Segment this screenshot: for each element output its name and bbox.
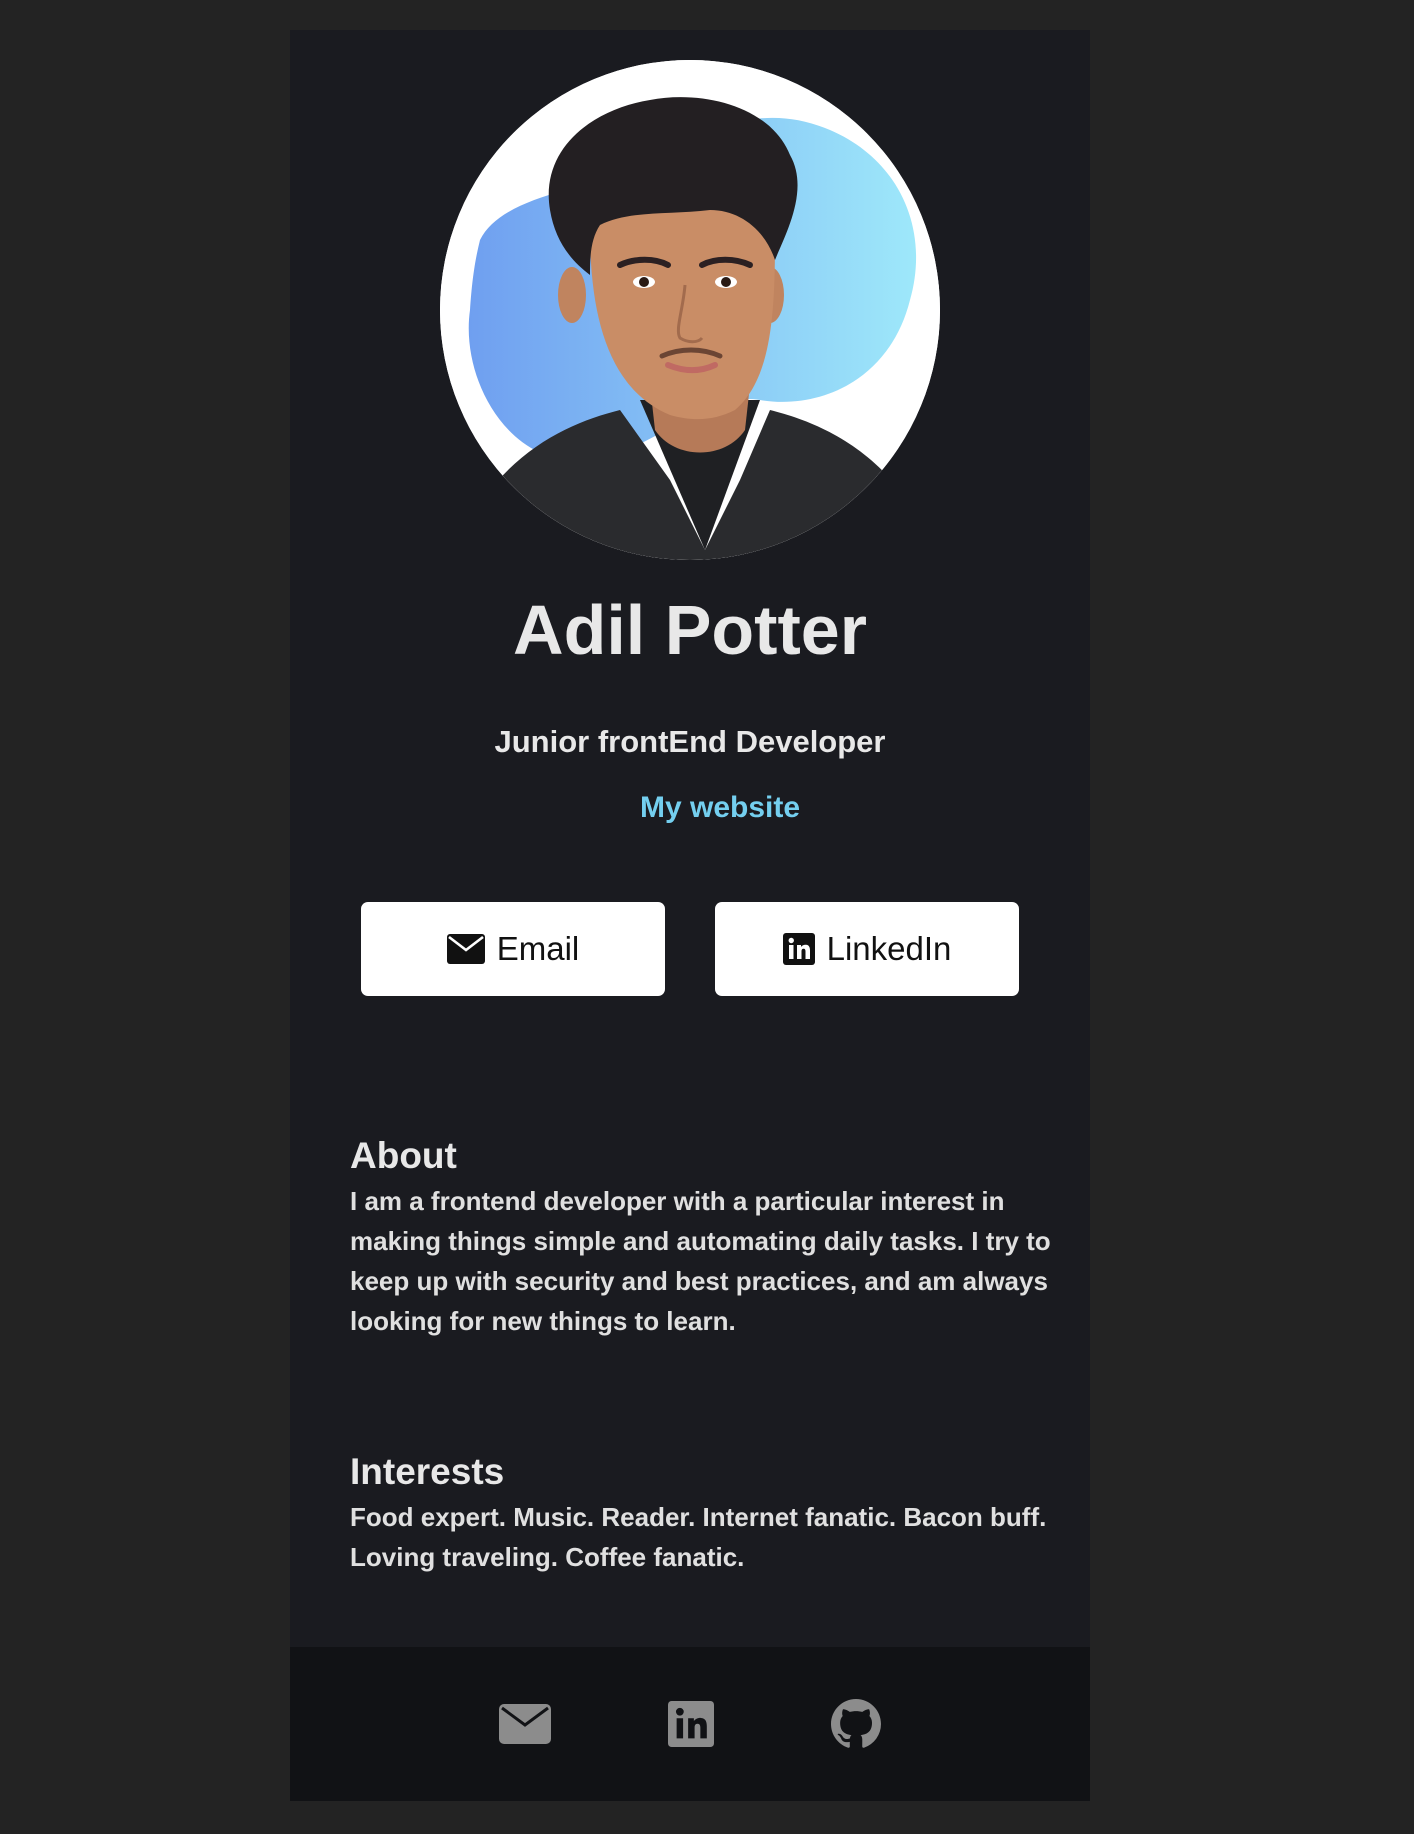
about-heading: About: [350, 1135, 457, 1176]
profile-photo: [440, 60, 940, 560]
envelope-icon: [446, 934, 485, 964]
linkedin-icon[interactable]: [668, 1696, 714, 1752]
interests-text: Food expert. Music. Reader. Internet fan…: [350, 1502, 1047, 1572]
email-button[interactable]: Email: [361, 902, 665, 996]
linkedin-icon: [782, 933, 815, 965]
footer: [290, 1647, 1090, 1801]
github-icon[interactable]: [830, 1696, 882, 1752]
interests-heading: Interests: [350, 1451, 505, 1492]
envelope-icon[interactable]: [498, 1696, 552, 1752]
website-link[interactable]: My website: [290, 793, 1150, 823]
profile-card: Adil Potter Junior frontEnd Developer My…: [290, 30, 1090, 1801]
about-text: I am a frontend developer with a particu…: [350, 1186, 1051, 1336]
profile-role: Junior frontEnd Developer: [494, 724, 886, 759]
linkedin-button-label: LinkedIn: [826, 930, 952, 967]
profile-name: Adil Potter: [513, 591, 867, 669]
email-button-label: Email: [496, 930, 580, 967]
linkedin-button[interactable]: LinkedIn: [715, 902, 1019, 996]
